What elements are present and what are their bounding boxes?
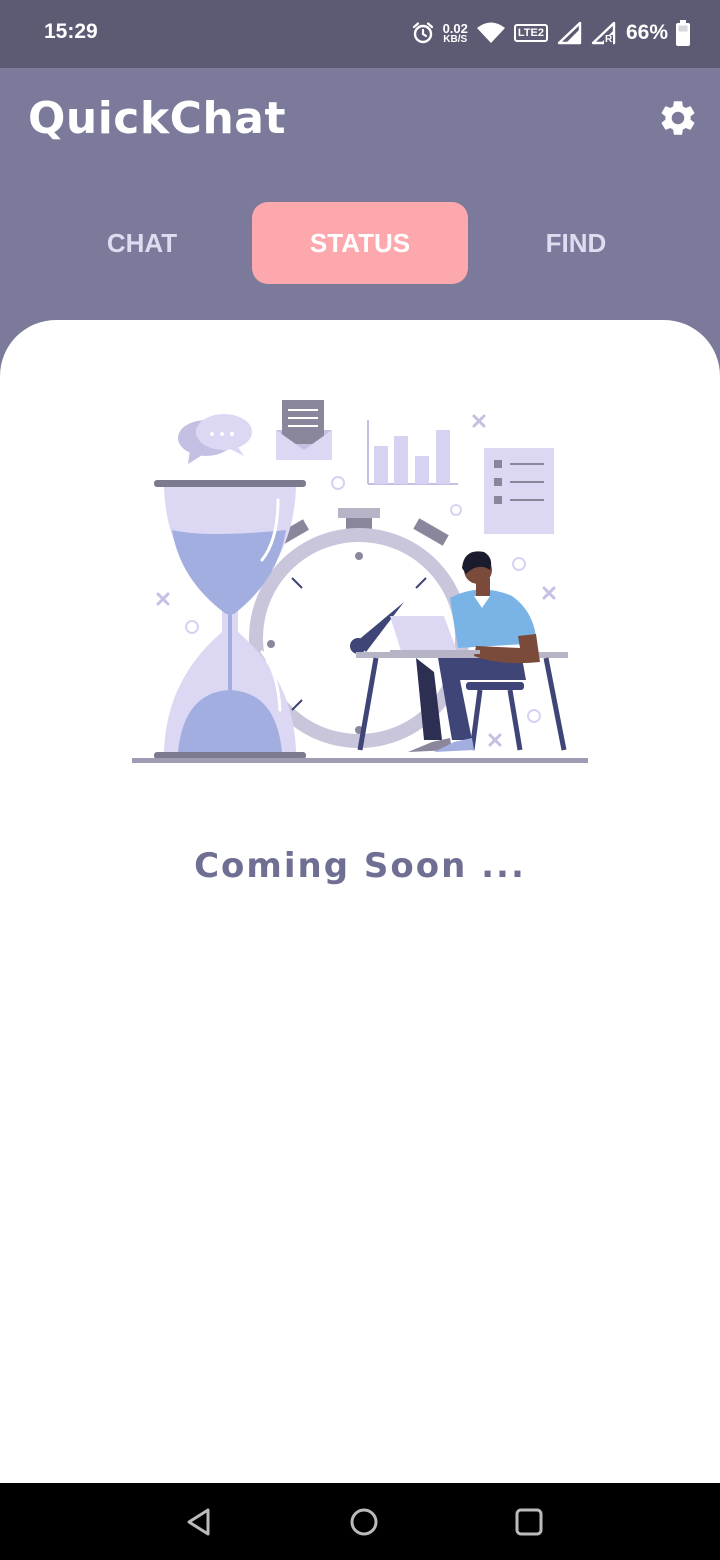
- app-title: QuickChat: [28, 93, 286, 144]
- back-icon: [187, 1508, 210, 1536]
- volte-icon: LTE2: [513, 24, 548, 42]
- recents-icon: [515, 1508, 543, 1536]
- content-panel: Coming Soon ...: [0, 320, 720, 1483]
- tab-find[interactable]: FIND: [468, 202, 684, 284]
- floor-line: [132, 758, 588, 763]
- network-speed-unit: KB/S: [443, 33, 468, 45]
- tab-chat-label: CHAT: [106, 227, 178, 258]
- recents-button[interactable]: [504, 1497, 554, 1547]
- signal-icon: [557, 21, 582, 45]
- back-button[interactable]: [174, 1497, 224, 1547]
- app-bar: QuickChat CHAT STATUS FIND: [0, 68, 720, 320]
- signal-roaming-icon: R: [590, 21, 618, 45]
- status-time: 15:29: [44, 20, 98, 43]
- checklist-icon: [484, 448, 554, 534]
- tab-chat[interactable]: CHAT: [34, 202, 250, 284]
- gear-icon: [661, 101, 695, 135]
- status-icons: 0.02 KB/S LTE2 R 66%: [411, 18, 690, 48]
- coming-soon-illustration: [132, 400, 588, 763]
- network-speed: 0.02 KB/S: [443, 22, 468, 45]
- wifi-icon: [476, 22, 505, 43]
- alarm-icon: [412, 22, 433, 44]
- battery-percent: 66%: [625, 21, 668, 44]
- coming-soon-message: Coming Soon ...: [194, 846, 526, 886]
- roaming-label: R: [603, 34, 614, 45]
- tab-status-label: STATUS: [309, 227, 411, 258]
- volte-label: LTE2: [517, 27, 544, 39]
- tab-status[interactable]: STATUS: [252, 202, 468, 284]
- bar-chart-icon: [367, 420, 458, 485]
- home-button[interactable]: [339, 1497, 389, 1547]
- status-bar: 15:29 0.02 KB/S LTE2 R 66%: [0, 0, 720, 68]
- tab-bar: CHAT STATUS FIND: [34, 202, 684, 284]
- system-nav-bar: [0, 1483, 720, 1560]
- chat-bubbles-icon: [178, 414, 252, 464]
- tab-find-label: FIND: [545, 227, 607, 258]
- network-speed-value: 0.02: [442, 20, 468, 36]
- settings-button[interactable]: [654, 94, 702, 142]
- screen: 15:29 0.02 KB/S LTE2 R 66% QuickChat CHA…: [0, 0, 720, 1560]
- battery-icon: [676, 20, 690, 46]
- home-icon: [350, 1508, 378, 1536]
- envelope-icon: [276, 400, 332, 460]
